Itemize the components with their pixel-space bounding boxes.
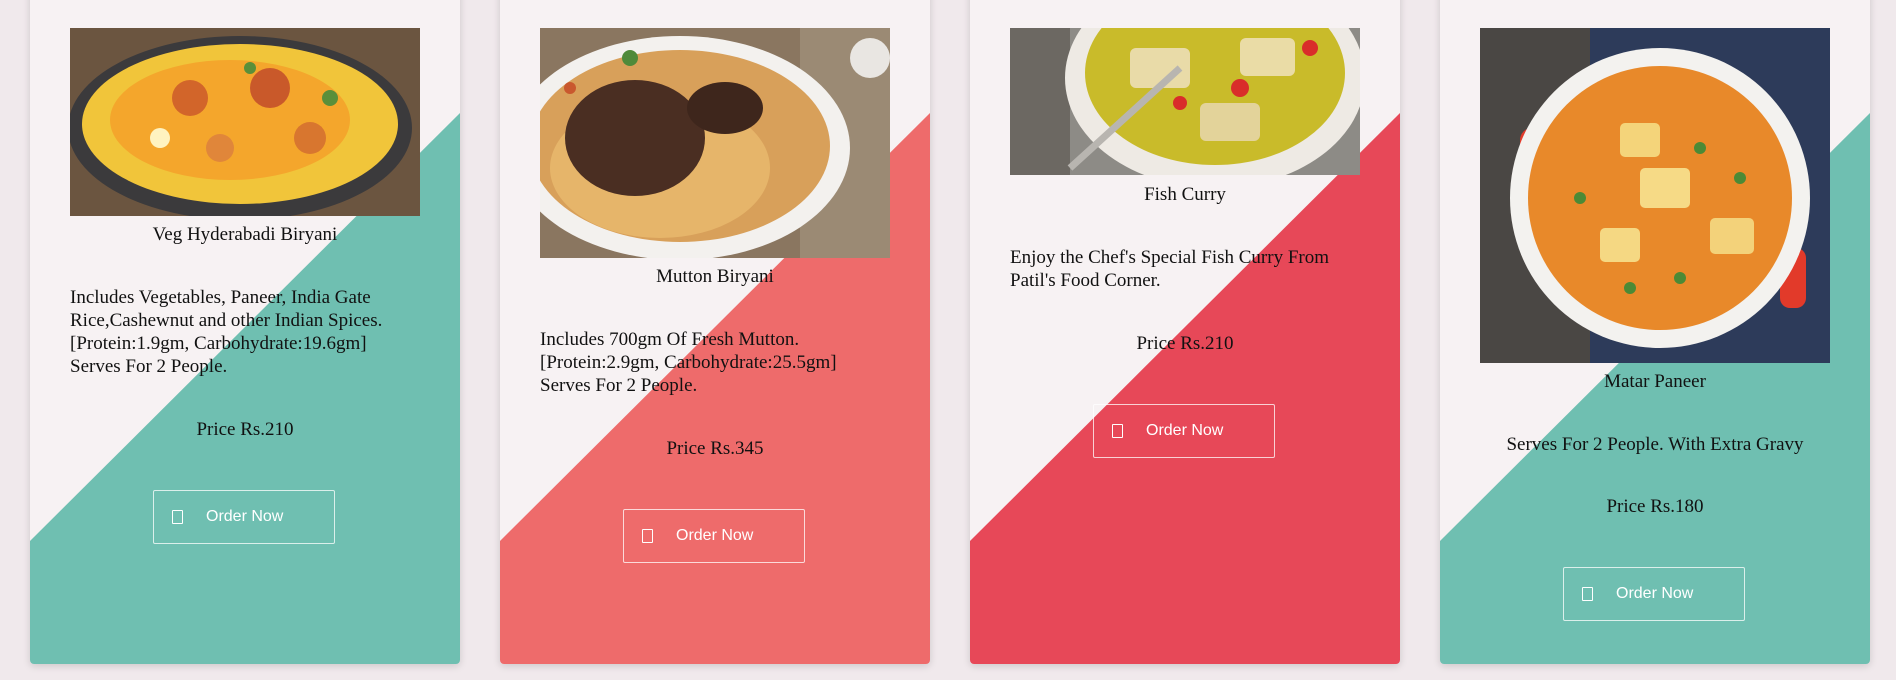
order-now-label: Order Now: [676, 527, 754, 544]
cart-icon: [1582, 587, 1593, 601]
dish-photo-matar-paneer: [1480, 28, 1830, 363]
menu-card-veg-biryani: Veg Hyderabadi Biryani Includes Vegetabl…: [30, 0, 460, 664]
dish-description: Enjoy the Chef's Special Fish Curry From…: [1010, 247, 1330, 291]
dish-title: Matar Paneer: [1604, 371, 1706, 392]
order-now-label: Order Now: [206, 508, 284, 525]
dish-title: Mutton Biryani: [656, 266, 774, 287]
dish-title: Veg Hyderabadi Biryani: [152, 224, 338, 245]
cart-icon: [172, 510, 183, 524]
dish-price: Price Rs.180: [1606, 496, 1704, 517]
menu-card-fish-curry: Fish Curry Enjoy the Chef's Special Fish…: [970, 0, 1400, 664]
order-now-label: Order Now: [1616, 585, 1694, 602]
dish-description: Includes 700gm Of Fresh Mutton. [Protein…: [540, 329, 837, 396]
menu-card-matar-paneer: Matar Paneer Serves For 2 People. With E…: [1440, 0, 1870, 664]
order-now-button[interactable]: Order Now: [153, 490, 335, 544]
dish-photo-mutton-biryani: [540, 28, 890, 258]
order-now-button[interactable]: Order Now: [1563, 567, 1745, 621]
order-now-button[interactable]: Order Now: [1093, 404, 1275, 458]
dish-price: Price Rs.345: [666, 438, 764, 459]
cart-icon: [1112, 424, 1123, 438]
menu-grid: Veg Hyderabadi Biryani Includes Vegetabl…: [0, 0, 1896, 680]
menu-card-mutton-biryani: Mutton Biryani Includes 700gm Of Fresh M…: [500, 0, 930, 664]
order-now-label: Order Now: [1146, 422, 1224, 439]
dish-title: Fish Curry: [1144, 184, 1226, 205]
dish-price: Price Rs.210: [196, 419, 294, 440]
dish-photo-fish-curry: [1010, 28, 1360, 175]
dish-price: Price Rs.210: [1136, 333, 1234, 354]
dish-photo-veg-biryani: [70, 28, 420, 216]
cart-icon: [642, 529, 653, 543]
dish-description: Serves For 2 People. With Extra Gravy: [1506, 434, 1804, 455]
dish-description: Includes Vegetables, Paneer, India Gate …: [70, 287, 383, 377]
order-now-button[interactable]: Order Now: [623, 509, 805, 563]
